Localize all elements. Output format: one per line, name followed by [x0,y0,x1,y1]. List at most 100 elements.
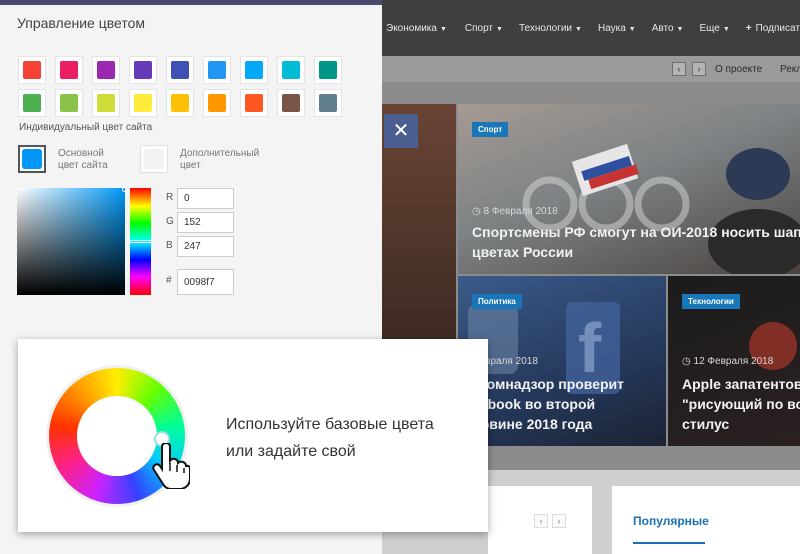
article-title-line3[interactable]: стилус [682,414,729,434]
r-label: R [166,192,174,203]
nav-item-auto[interactable]: Авто ▼ [652,23,684,34]
popular-widget: Популярные [612,486,800,554]
color-swatch-fill [208,94,226,112]
color-swatch[interactable] [240,56,268,84]
subscribe-link[interactable]: +Подписать [746,23,800,34]
saturation-value-knob[interactable] [122,187,127,192]
hint-text: Используйте базовые цвета или задайте св… [226,411,486,465]
color-swatch-fill [282,61,300,79]
close-panel-button[interactable]: ✕ [384,114,418,148]
g-label: G [166,216,174,227]
r-input[interactable] [177,188,234,209]
color-swatch-fill [134,61,152,79]
b-label: B [166,240,173,251]
plus-icon: + [745,22,752,34]
color-swatch-fill [171,61,189,79]
color-swatch[interactable] [166,89,194,117]
color-swatch-fill [171,94,189,112]
color-swatch-fill [97,94,115,112]
hand-cursor-icon [152,443,190,489]
hint-card: Используйте базовые цвета или задайте св… [18,339,488,532]
article-title-line1[interactable]: Спортсмены РФ смогут на ОИ-2018 носить ш… [472,222,800,242]
nav-item-tech[interactable]: Технологии ▼ [519,23,582,34]
widget-prev-button[interactable]: ‹ [534,514,548,528]
caret-down-icon: ▼ [722,25,730,33]
color-swatch[interactable] [92,89,120,117]
secondary-color-button[interactable] [140,145,168,173]
ads-link[interactable]: Рекл [780,64,800,75]
about-link[interactable]: О проекте [715,64,762,75]
color-swatch[interactable] [314,56,342,84]
color-swatch[interactable] [277,56,305,84]
popular-tab-underline [633,542,705,544]
color-swatch[interactable] [240,89,268,117]
b-input[interactable] [177,236,234,257]
article-title-line2[interactable]: "рисующий по во [682,394,800,414]
color-swatch[interactable] [203,56,231,84]
color-swatch-fill [60,61,78,79]
caret-down-icon: ▼ [575,25,582,33]
color-swatch[interactable] [18,89,46,117]
site-nav: Экономика ▼ Спорт ▼ Технологии ▼ Наука ▼ Авт… [382,0,800,56]
category-badge[interactable]: Политика [472,294,522,309]
color-swatch[interactable] [129,56,157,84]
color-swatch[interactable] [55,56,83,84]
secondary-color-swatch [144,149,164,169]
news-tile-tech[interactable]: Технологии ◷ 12 Февраля 2018 Apple запат… [668,276,800,446]
caret-down-icon: ▼ [496,25,503,33]
news-tile-sport[interactable]: Спорт ◷ 8 Февраля 2018 Спортсмены РФ смо… [458,104,800,274]
nav-item-science[interactable]: Наука ▼ [598,23,636,34]
color-swatch-fill [319,61,337,79]
color-swatch[interactable] [92,56,120,84]
pager-prev-button[interactable]: ‹ [672,62,686,76]
caret-down-icon: ▼ [676,25,684,33]
article-title-line3[interactable]: ловине 2018 года [472,414,592,434]
close-icon: ✕ [392,120,410,142]
nav-item-more[interactable]: Еще ▼ [699,23,729,34]
widget-next-button[interactable]: › [552,514,566,528]
hue-slider-handle[interactable] [128,240,153,243]
caret-down-icon: ▼ [628,25,636,33]
clock-icon: ◷ [472,206,484,217]
article-date: ◷ 12 Февраля 2018 [682,356,774,367]
color-swatch-fill [60,94,78,112]
color-swatch-fill [134,94,152,112]
hint-line-1: Используйте базовые цвета [226,416,434,433]
color-swatch[interactable] [203,89,231,117]
category-badge[interactable]: Спорт [472,122,509,137]
primary-color-swatch [22,149,42,169]
popular-tab[interactable]: Популярные [633,514,709,528]
color-swatch-fill [319,94,337,112]
color-swatch[interactable] [314,89,342,117]
color-swatch[interactable] [277,89,305,117]
article-date: ◷ 8 Февраля 2018 [472,206,558,217]
color-swatch-fill [282,94,300,112]
color-swatch-fill [23,61,41,79]
color-swatch[interactable] [18,56,46,84]
article-title-line2[interactable]: цветах России [472,242,573,262]
pager-next-button[interactable]: › [692,62,706,76]
primary-color-button[interactable] [18,145,46,173]
g-input[interactable] [177,212,234,233]
panel-title: Управление цветом [17,15,146,31]
color-swatch-fill [97,61,115,79]
clock-icon: ◷ [682,356,694,367]
color-swatch-fill [23,94,41,112]
color-swatch-fill [208,61,226,79]
color-swatch[interactable] [166,56,194,84]
article-title-line2[interactable]: cebook во второй [472,394,595,414]
hex-label: # [166,275,172,286]
article-title-line1[interactable]: скомнадзор проверит [472,374,624,394]
category-badge[interactable]: Технологии [682,294,740,309]
nav-item-sport[interactable]: Спорт ▼ [465,23,503,34]
saturation-value-picker[interactable] [17,188,125,295]
custom-color-title: Индивидуальный цвет сайта [19,122,153,133]
color-swatch[interactable] [55,89,83,117]
secondary-color-label: Дополнительный цвет [180,148,260,171]
article-title-line1[interactable]: Apple запатентова [682,374,800,394]
news-tile-politics[interactable]: f Политика Февраля 2018 скомнадзор прове… [458,276,666,446]
caret-down-icon: ▼ [439,25,447,33]
hex-input[interactable] [177,269,234,295]
color-swatch[interactable] [129,89,157,117]
nav-item-economy[interactable]: Экономика ▼ [386,23,447,34]
